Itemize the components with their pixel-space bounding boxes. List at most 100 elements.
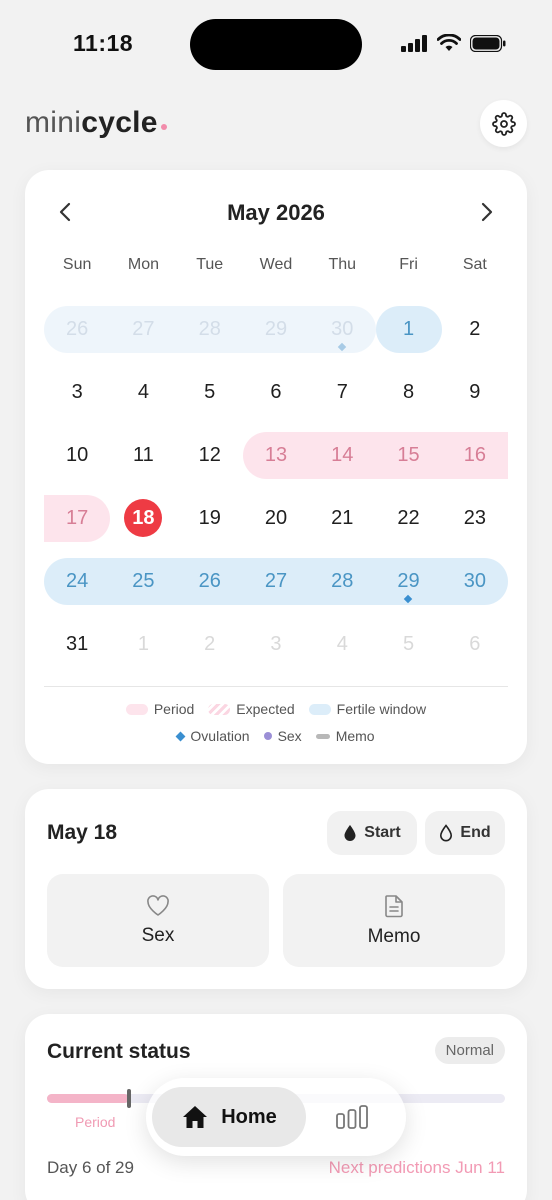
- cycle-day-text: Day 6 of 29: [47, 1158, 134, 1177]
- calendar-week-row: 26 27 28 29 30 1 2: [44, 298, 508, 361]
- document-icon: [385, 894, 403, 917]
- calendar-day[interactable]: 10: [44, 424, 110, 487]
- calendar-day-number: 28: [198, 318, 221, 340]
- calendar-day[interactable]: 28: [177, 298, 243, 361]
- calendar-day[interactable]: 6: [243, 361, 309, 424]
- calendar-day[interactable]: 6: [442, 613, 508, 676]
- calendar-week-row: 31 1 2 3 4 5 6: [44, 613, 508, 676]
- settings-button[interactable]: [480, 100, 527, 147]
- bar-chart-icon: [336, 1105, 368, 1129]
- sex-tile-button[interactable]: Sex: [47, 874, 269, 967]
- calendar-day[interactable]: 17: [44, 487, 110, 550]
- selected-date: May 18: [47, 821, 118, 844]
- tab-stats[interactable]: [334, 1100, 370, 1134]
- period-start-button[interactable]: Start: [327, 811, 417, 855]
- calendar-day-number: 2: [204, 633, 216, 655]
- calendar-day[interactable]: 3: [44, 361, 110, 424]
- calendar-day[interactable]: 8: [375, 361, 441, 424]
- calendar-day[interactable]: 24: [44, 550, 110, 613]
- battery-icon: [470, 34, 506, 52]
- selected-day-card: May 18 Start End Sex Memo: [25, 789, 527, 989]
- calendar-day-number: 27: [264, 570, 288, 592]
- calendar-day[interactable]: 16: [442, 424, 508, 487]
- logo-part-mini: mini: [25, 106, 82, 139]
- calendar-day[interactable]: 20: [243, 487, 309, 550]
- calendar-day-number: 19: [198, 507, 221, 529]
- calendar-day[interactable]: 27: [110, 298, 176, 361]
- weekday-label: Thu: [328, 256, 357, 273]
- heart-icon: [147, 894, 169, 916]
- calendar-day[interactable]: 23: [442, 487, 508, 550]
- cycle-progress-fill: [47, 1094, 130, 1103]
- calendar-day[interactable]: 30: [309, 298, 375, 361]
- calendar-day[interactable]: 30: [442, 550, 508, 613]
- calendar-divider: [44, 686, 508, 687]
- calendar-day[interactable]: 4: [309, 613, 375, 676]
- calendar-day[interactable]: 12: [177, 424, 243, 487]
- calendar-day-number: 17: [66, 507, 89, 529]
- calendar-day-number: 28: [331, 570, 354, 592]
- period-end-button[interactable]: End: [425, 811, 505, 855]
- calendar-day[interactable]: 29: [243, 298, 309, 361]
- calendar-day[interactable]: 2: [177, 613, 243, 676]
- calendar-day-number: 29: [397, 570, 420, 592]
- calendar-day[interactable]: 1: [375, 298, 441, 361]
- calendar-day[interactable]: 26: [44, 298, 110, 361]
- calendar-day[interactable]: 11: [110, 424, 176, 487]
- home-icon: [183, 1106, 208, 1128]
- calendar-day[interactable]: 21: [309, 487, 375, 550]
- calendar-day-number: 30: [331, 318, 354, 340]
- calendar-day-number: 27: [132, 318, 155, 340]
- legend-ovulation-label: Ovulation: [190, 728, 250, 744]
- calendar-day-number: 26: [198, 570, 221, 592]
- calendar-day[interactable]: 26: [177, 550, 243, 613]
- legend-memo: Memo: [315, 728, 375, 744]
- calendar-day[interactable]: 19: [177, 487, 243, 550]
- calendar-day-number: 8: [402, 381, 415, 403]
- legend-fertile: Fertile window: [308, 701, 426, 717]
- memo-tile-button[interactable]: Memo: [283, 874, 505, 967]
- calendar-day-number: 3: [270, 633, 282, 655]
- calendar-day[interactable]: 7: [309, 361, 375, 424]
- calendar-day-number: 15: [397, 444, 420, 466]
- calendar-day[interactable]: 1: [110, 613, 176, 676]
- calendar-day-number: 14: [331, 444, 354, 466]
- calendar-day-number: 6: [270, 381, 282, 403]
- calendar-week-row: 3 4 5 6 7 8 9: [44, 361, 508, 424]
- calendar-day[interactable]: 27: [243, 550, 309, 613]
- next-month-button[interactable]: [471, 196, 503, 228]
- calendar-day-number: 31: [66, 633, 89, 655]
- calendar-day-number: 24: [66, 570, 89, 592]
- expected-swatch: [208, 703, 231, 715]
- gear-icon: [491, 111, 516, 136]
- legend-ovulation: Ovulation: [175, 728, 250, 744]
- calendar-day[interactable]: 5: [177, 361, 243, 424]
- tab-home[interactable]: Home: [152, 1087, 306, 1147]
- calendar-day-number: 4: [336, 633, 348, 655]
- calendar-day[interactable]: 13: [243, 424, 309, 487]
- calendar-day[interactable]: 5: [375, 613, 441, 676]
- weekday-label: Fri: [399, 256, 418, 273]
- legend-sex: Sex: [263, 728, 302, 744]
- calendar-day[interactable]: 15: [375, 424, 441, 487]
- app-logo: minicycle: [25, 106, 167, 140]
- status-time: 11:18: [73, 30, 134, 56]
- calendar-day[interactable]: 28: [309, 550, 375, 613]
- calendar-day[interactable]: 3: [243, 613, 309, 676]
- calendar-day[interactable]: 22: [375, 487, 441, 550]
- calendar-day-number: 1: [137, 633, 149, 655]
- calendar-day[interactable]: 9: [442, 361, 508, 424]
- calendar-day[interactable]: 4: [110, 361, 176, 424]
- calendar-day[interactable]: 2: [442, 298, 508, 361]
- legend-memo-label: Memo: [335, 728, 375, 744]
- calendar-day-number: 7: [336, 381, 348, 403]
- legend-expected-label: Expected: [236, 701, 295, 717]
- calendar-day[interactable]: 31: [44, 613, 110, 676]
- calendar-day[interactable]: 25: [110, 550, 176, 613]
- calendar-day-number: 23: [463, 507, 486, 529]
- legend-row-2: Ovulation Sex Memo: [25, 728, 527, 744]
- calendar-day[interactable]: 14: [309, 424, 375, 487]
- calendar-day-today[interactable]: 18: [110, 487, 176, 550]
- memo-tile-label: Memo: [367, 925, 421, 947]
- calendar-day[interactable]: 29: [375, 550, 441, 613]
